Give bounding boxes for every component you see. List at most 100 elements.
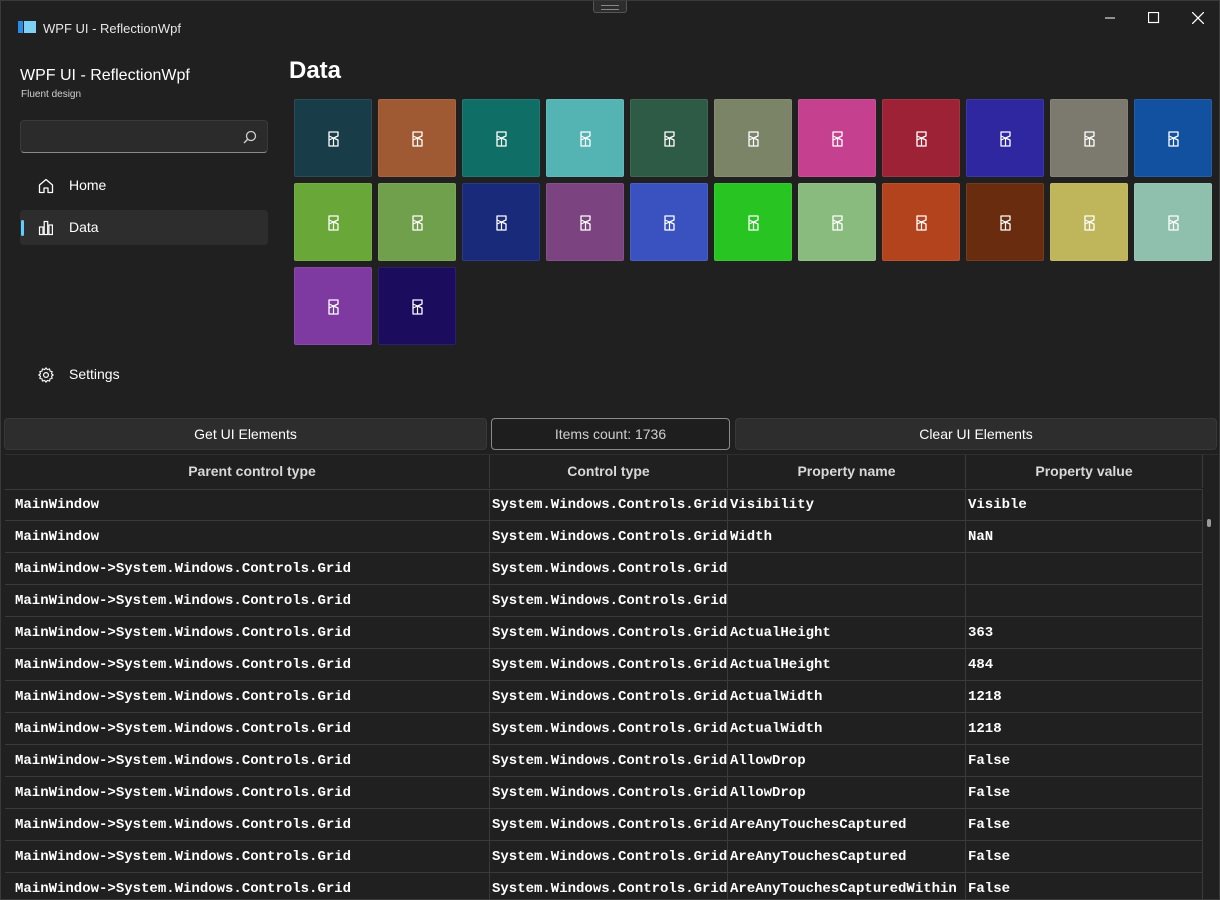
parent-control-type-cell[interactable]: MainWindow	[5, 489, 490, 520]
color-tile[interactable]	[294, 99, 372, 177]
color-tile[interactable]	[630, 183, 708, 261]
maximize-button[interactable]	[1132, 1, 1176, 35]
property-value-cell[interactable]: Visible	[966, 489, 1203, 520]
clear-ui-elements-button[interactable]: Clear UI Elements	[735, 418, 1217, 450]
vertical-scrollbar[interactable]	[1207, 519, 1211, 527]
property-value-cell[interactable]: 1218	[966, 713, 1203, 744]
table-row[interactable]: MainWindow->System.Windows.Controls.Grid…	[5, 681, 1203, 713]
color-tile[interactable]	[966, 183, 1044, 261]
search-input[interactable]	[29, 127, 238, 149]
table-row[interactable]: MainWindow->System.Windows.Controls.Grid…	[5, 841, 1203, 873]
property-name-cell[interactable]	[728, 585, 966, 616]
search-icon[interactable]	[243, 130, 257, 144]
property-value-cell[interactable]: NaN	[966, 521, 1203, 552]
color-tile[interactable]	[1134, 183, 1212, 261]
table-row[interactable]: MainWindow->System.Windows.Controls.Grid…	[5, 809, 1203, 841]
column-header-property-name[interactable]: Property name	[728, 455, 966, 488]
table-row[interactable]: MainWindow->System.Windows.Controls.Grid…	[5, 617, 1203, 649]
color-tile[interactable]	[714, 99, 792, 177]
parent-control-type-cell[interactable]: MainWindow->System.Windows.Controls.Grid	[5, 713, 490, 744]
parent-control-type-cell[interactable]: MainWindow->System.Windows.Controls.Grid	[5, 553, 490, 584]
color-tile[interactable]	[882, 183, 960, 261]
property-value-cell[interactable]: 363	[966, 617, 1203, 648]
property-name-cell[interactable]: ActualHeight	[728, 617, 966, 648]
column-header-property-value[interactable]: Property value	[966, 455, 1203, 488]
color-tile[interactable]	[966, 99, 1044, 177]
color-tile[interactable]	[1050, 183, 1128, 261]
column-header-parent-control-type[interactable]: Parent control type	[5, 455, 490, 488]
title-bar[interactable]: WPF UI - ReflectionWpf	[1, 1, 1219, 53]
parent-control-type-cell[interactable]: MainWindow->System.Windows.Controls.Grid	[5, 649, 490, 680]
column-header-control-type[interactable]: Control type	[490, 455, 728, 488]
property-value-cell[interactable]: False	[966, 809, 1203, 840]
parent-control-type-cell[interactable]: MainWindow->System.Windows.Controls.Grid	[5, 617, 490, 648]
color-tile[interactable]	[798, 99, 876, 177]
table-row[interactable]: MainWindow->System.Windows.Controls.Grid…	[5, 585, 1203, 617]
color-tile[interactable]	[378, 183, 456, 261]
color-tile[interactable]	[1050, 99, 1128, 177]
get-ui-elements-button[interactable]: Get UI Elements	[4, 418, 487, 450]
color-tile[interactable]	[798, 183, 876, 261]
table-row[interactable]: MainWindow->System.Windows.Controls.Grid…	[5, 713, 1203, 745]
color-tile[interactable]	[462, 183, 540, 261]
items-count-field[interactable]: Items count: 1736	[491, 418, 730, 450]
property-name-cell[interactable]: AreAnyTouchesCaptured	[728, 841, 966, 872]
parent-control-type-cell[interactable]: MainWindow->System.Windows.Controls.Grid	[5, 777, 490, 808]
nav-item-home[interactable]: Home	[20, 168, 268, 203]
color-tile[interactable]	[714, 183, 792, 261]
control-type-cell[interactable]: System.Windows.Controls.Grid	[490, 873, 728, 899]
control-type-cell[interactable]: System.Windows.Controls.Grid	[490, 553, 728, 584]
color-tile[interactable]	[294, 267, 372, 345]
parent-control-type-cell[interactable]: MainWindow->System.Windows.Controls.Grid	[5, 841, 490, 872]
property-value-cell[interactable]: False	[966, 841, 1203, 872]
color-tile[interactable]	[1134, 99, 1212, 177]
control-type-cell[interactable]: System.Windows.Controls.Grid	[490, 489, 728, 520]
parent-control-type-cell[interactable]: MainWindow->System.Windows.Controls.Grid	[5, 585, 490, 616]
control-type-cell[interactable]: System.Windows.Controls.Grid	[490, 841, 728, 872]
property-name-cell[interactable]: AllowDrop	[728, 777, 966, 808]
nav-item-data[interactable]: Data	[20, 210, 268, 245]
search-box[interactable]	[20, 120, 268, 153]
property-value-cell[interactable]	[966, 585, 1203, 616]
color-tile[interactable]	[546, 183, 624, 261]
property-value-cell[interactable]: False	[966, 873, 1203, 899]
property-value-cell[interactable]: False	[966, 745, 1203, 776]
property-name-cell[interactable]: AreAnyTouchesCaptured	[728, 809, 966, 840]
property-value-cell[interactable]: 484	[966, 649, 1203, 680]
control-type-cell[interactable]: System.Windows.Controls.Grid	[490, 649, 728, 680]
color-tile[interactable]	[378, 267, 456, 345]
property-name-cell[interactable]: Visibility	[728, 489, 966, 520]
parent-control-type-cell[interactable]: MainWindow->System.Windows.Controls.Grid	[5, 681, 490, 712]
property-value-cell[interactable]: False	[966, 777, 1203, 808]
color-tile[interactable]	[630, 99, 708, 177]
table-row[interactable]: MainWindow->System.Windows.Controls.Grid…	[5, 745, 1203, 777]
parent-control-type-cell[interactable]: MainWindow	[5, 521, 490, 552]
table-row[interactable]: MainWindow->System.Windows.Controls.Grid…	[5, 873, 1203, 899]
property-name-cell[interactable]: ActualHeight	[728, 649, 966, 680]
color-tile[interactable]	[462, 99, 540, 177]
table-row[interactable]: MainWindow System.Windows.Controls.Grid Vi…	[5, 489, 1203, 521]
control-type-cell[interactable]: System.Windows.Controls.Grid	[490, 809, 728, 840]
parent-control-type-cell[interactable]: MainWindow->System.Windows.Controls.Grid	[5, 873, 490, 899]
property-name-cell[interactable]: Width	[728, 521, 966, 552]
property-name-cell[interactable]: AreAnyTouchesCapturedWithin	[728, 873, 966, 899]
control-type-cell[interactable]: System.Windows.Controls.Grid	[490, 745, 728, 776]
property-name-cell[interactable]: AllowDrop	[728, 745, 966, 776]
nav-item-settings[interactable]: Settings	[20, 357, 268, 392]
parent-control-type-cell[interactable]: MainWindow->System.Windows.Controls.Grid	[5, 809, 490, 840]
control-type-cell[interactable]: System.Windows.Controls.Grid	[490, 681, 728, 712]
color-tile[interactable]	[294, 183, 372, 261]
close-button[interactable]	[1176, 1, 1219, 35]
control-type-cell[interactable]: System.Windows.Controls.Grid	[490, 585, 728, 616]
table-row[interactable]: MainWindow->System.Windows.Controls.Grid…	[5, 777, 1203, 809]
table-row[interactable]: MainWindow->System.Windows.Controls.Grid…	[5, 649, 1203, 681]
property-value-cell[interactable]	[966, 553, 1203, 584]
minimize-button[interactable]	[1088, 1, 1132, 35]
control-type-cell[interactable]: System.Windows.Controls.Grid	[490, 521, 728, 552]
property-name-cell[interactable]: ActualWidth	[728, 713, 966, 744]
property-value-cell[interactable]: 1218	[966, 681, 1203, 712]
property-name-cell[interactable]: ActualWidth	[728, 681, 966, 712]
properties-data-grid[interactable]: Parent control type Control type Propert…	[5, 454, 1218, 899]
control-type-cell[interactable]: System.Windows.Controls.Grid	[490, 777, 728, 808]
color-tile[interactable]	[546, 99, 624, 177]
